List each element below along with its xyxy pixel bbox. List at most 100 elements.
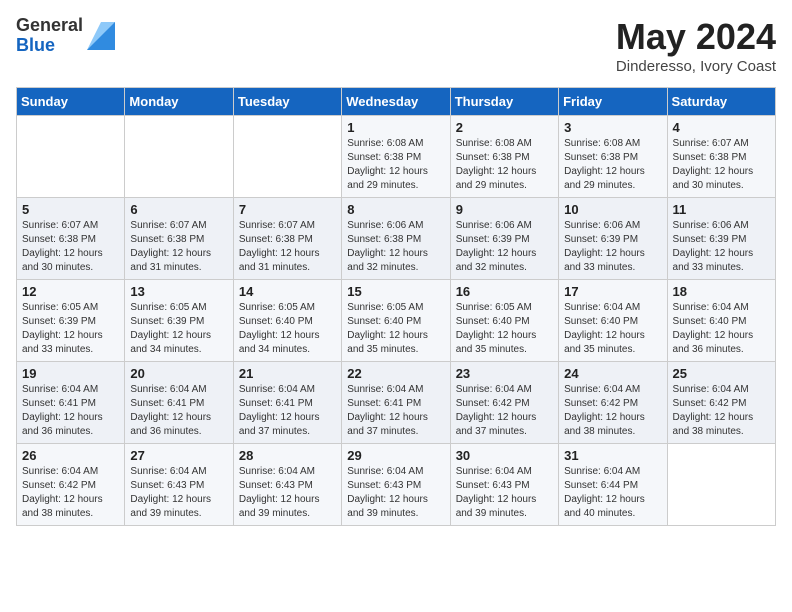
logo-blue-text: Blue — [16, 36, 83, 56]
day-info: Sunrise: 6:05 AM Sunset: 6:39 PM Dayligh… — [22, 301, 119, 357]
day-number: 15 — [347, 284, 444, 299]
calendar-cell — [17, 116, 125, 198]
calendar-cell: 23 Sunrise: 6:04 AM Sunset: 6:42 PM Dayli… — [450, 362, 558, 444]
day-number: 12 — [22, 284, 119, 299]
day-number: 19 — [22, 366, 119, 381]
day-info: Sunrise: 6:07 AM Sunset: 6:38 PM Dayligh… — [239, 219, 336, 275]
calendar-cell: 5Sunrise: 6:07 AM Sunset: 6:38 PM Daylig… — [17, 198, 125, 280]
day-info: Sunrise: 6:06 AM Sunset: 6:39 PM Dayligh… — [673, 219, 770, 275]
day-number: 5 — [22, 202, 119, 217]
day-info: Sunrise: 6:08 AM Sunset: 6:38 PM Dayligh… — [456, 137, 553, 193]
day-info: Sunrise: 6:04 AM Sunset: 6:43 PM Dayligh… — [456, 465, 553, 521]
logo: General Blue — [16, 16, 115, 56]
day-number: 13 — [130, 284, 227, 299]
day-number: 2 — [456, 120, 553, 135]
day-info: Sunrise: 6:04 AM Sunset: 6:42 PM Dayligh… — [22, 465, 119, 521]
day-number: 6 — [130, 202, 227, 217]
day-number: 3 — [564, 120, 661, 135]
day-number: 1 — [347, 120, 444, 135]
title-block: May 2024 Dinderesso, Ivory Coast — [616, 16, 776, 75]
header-sunday: Sunday — [17, 88, 125, 116]
calendar-cell: 1 Sunrise: 6:08 AM Sunset: 6:38 PM Daylig… — [342, 116, 450, 198]
calendar-cell: 29Sunrise: 6:04 AM Sunset: 6:43 PM Dayli… — [342, 444, 450, 526]
header-thursday: Thursday — [450, 88, 558, 116]
day-number: 20 — [130, 366, 227, 381]
calendar-cell: 7 Sunrise: 6:07 AM Sunset: 6:38 PM Daylig… — [233, 198, 341, 280]
logo-general-text: General — [16, 16, 83, 36]
page-header: General Blue May 2024 Dinderesso, Ivory … — [16, 16, 776, 75]
day-number: 9 — [456, 202, 553, 217]
calendar-cell: 25 Sunrise: 6:04 AM Sunset: 6:42 PM Dayli… — [667, 362, 775, 444]
calendar-cell: 16 Sunrise: 6:05 AM Sunset: 6:40 PM Dayli… — [450, 280, 558, 362]
calendar-cell — [667, 444, 775, 526]
calendar-cell: 15 Sunrise: 6:05 AM Sunset: 6:40 PM Dayli… — [342, 280, 450, 362]
day-number: 11 — [673, 202, 770, 217]
day-info: Sunrise: 6:05 AM Sunset: 6:40 PM Dayligh… — [347, 301, 444, 357]
day-info: Sunrise: 6:04 AM Sunset: 6:44 PM Dayligh… — [564, 465, 661, 521]
day-info: Sunrise: 6:04 AM Sunset: 6:42 PM Dayligh… — [456, 383, 553, 439]
day-info: Sunrise: 6:04 AM Sunset: 6:43 PM Dayligh… — [347, 465, 444, 521]
header-wednesday: Wednesday — [342, 88, 450, 116]
calendar-cell: 30Sunrise: 6:04 AM Sunset: 6:43 PM Dayli… — [450, 444, 558, 526]
calendar-week-row: 26Sunrise: 6:04 AM Sunset: 6:42 PM Dayli… — [17, 444, 776, 526]
day-number: 7 — [239, 202, 336, 217]
header-tuesday: Tuesday — [233, 88, 341, 116]
day-number: 17 — [564, 284, 661, 299]
header-friday: Friday — [559, 88, 667, 116]
calendar-cell: 10 Sunrise: 6:06 AM Sunset: 6:39 PM Dayli… — [559, 198, 667, 280]
day-number: 10 — [564, 202, 661, 217]
day-number: 8 — [347, 202, 444, 217]
day-number: 16 — [456, 284, 553, 299]
day-info: Sunrise: 6:04 AM Sunset: 6:43 PM Dayligh… — [130, 465, 227, 521]
calendar-cell: 26Sunrise: 6:04 AM Sunset: 6:42 PM Dayli… — [17, 444, 125, 526]
calendar-cell: 12 Sunrise: 6:05 AM Sunset: 6:39 PM Dayli… — [17, 280, 125, 362]
calendar-cell: 22Sunrise: 6:04 AM Sunset: 6:41 PM Dayli… — [342, 362, 450, 444]
calendar-cell: 21 Sunrise: 6:04 AM Sunset: 6:41 PM Dayli… — [233, 362, 341, 444]
day-info: Sunrise: 6:08 AM Sunset: 6:38 PM Dayligh… — [564, 137, 661, 193]
day-info: Sunrise: 6:06 AM Sunset: 6:38 PM Dayligh… — [347, 219, 444, 275]
calendar-cell: 14 Sunrise: 6:05 AM Sunset: 6:40 PM Dayli… — [233, 280, 341, 362]
calendar-header-row: SundayMondayTuesdayWednesdayThursdayFrid… — [17, 88, 776, 116]
calendar-cell: 11 Sunrise: 6:06 AM Sunset: 6:39 PM Dayli… — [667, 198, 775, 280]
month-title: May 2024 — [616, 16, 776, 58]
calendar-cell: 9Sunrise: 6:06 AM Sunset: 6:39 PM Daylig… — [450, 198, 558, 280]
calendar-cell: 3 Sunrise: 6:08 AM Sunset: 6:38 PM Daylig… — [559, 116, 667, 198]
header-monday: Monday — [125, 88, 233, 116]
day-number: 27 — [130, 448, 227, 463]
day-info: Sunrise: 6:08 AM Sunset: 6:38 PM Dayligh… — [347, 137, 444, 193]
calendar-cell: 31 Sunrise: 6:04 AM Sunset: 6:44 PM Dayli… — [559, 444, 667, 526]
day-number: 23 — [456, 366, 553, 381]
day-info: Sunrise: 6:07 AM Sunset: 6:38 PM Dayligh… — [673, 137, 770, 193]
calendar-cell: 8 Sunrise: 6:06 AM Sunset: 6:38 PM Daylig… — [342, 198, 450, 280]
day-info: Sunrise: 6:06 AM Sunset: 6:39 PM Dayligh… — [564, 219, 661, 275]
day-info: Sunrise: 6:04 AM Sunset: 6:41 PM Dayligh… — [130, 383, 227, 439]
day-number: 31 — [564, 448, 661, 463]
calendar-cell: 2 Sunrise: 6:08 AM Sunset: 6:38 PM Daylig… — [450, 116, 558, 198]
day-info: Sunrise: 6:04 AM Sunset: 6:42 PM Dayligh… — [564, 383, 661, 439]
header-saturday: Saturday — [667, 88, 775, 116]
day-info: Sunrise: 6:05 AM Sunset: 6:40 PM Dayligh… — [239, 301, 336, 357]
day-number: 28 — [239, 448, 336, 463]
calendar-week-row: 5 Sunrise: 6:07 AM Sunset: 6:38 PM Daylig… — [17, 198, 776, 280]
day-info: Sunrise: 6:04 AM Sunset: 6:42 PM Dayligh… — [673, 383, 770, 439]
day-info: Sunrise: 6:04 AM Sunset: 6:41 PM Dayligh… — [22, 383, 119, 439]
calendar-cell — [233, 116, 341, 198]
day-info: Sunrise: 6:07 AM Sunset: 6:38 PM Dayligh… — [130, 219, 227, 275]
day-number: 25 — [673, 366, 770, 381]
day-info: Sunrise: 6:04 AM Sunset: 6:40 PM Dayligh… — [564, 301, 661, 357]
calendar-cell: 4Sunrise: 6:07 AM Sunset: 6:38 PM Daylig… — [667, 116, 775, 198]
day-info: Sunrise: 6:05 AM Sunset: 6:40 PM Dayligh… — [456, 301, 553, 357]
calendar-week-row: 1 Sunrise: 6:08 AM Sunset: 6:38 PM Daylig… — [17, 116, 776, 198]
day-number: 24 — [564, 366, 661, 381]
location-text: Dinderesso, Ivory Coast — [616, 58, 776, 75]
calendar-table: SundayMondayTuesdayWednesdayThursdayFrid… — [16, 87, 776, 526]
day-info: Sunrise: 6:04 AM Sunset: 6:43 PM Dayligh… — [239, 465, 336, 521]
calendar-cell: 27 Sunrise: 6:04 AM Sunset: 6:43 PM Dayli… — [125, 444, 233, 526]
day-number: 14 — [239, 284, 336, 299]
day-info: Sunrise: 6:04 AM Sunset: 6:41 PM Dayligh… — [239, 383, 336, 439]
day-info: Sunrise: 6:04 AM Sunset: 6:40 PM Dayligh… — [673, 301, 770, 357]
day-number: 21 — [239, 366, 336, 381]
day-number: 18 — [673, 284, 770, 299]
calendar-cell: 19 Sunrise: 6:04 AM Sunset: 6:41 PM Dayli… — [17, 362, 125, 444]
calendar-week-row: 19 Sunrise: 6:04 AM Sunset: 6:41 PM Dayli… — [17, 362, 776, 444]
